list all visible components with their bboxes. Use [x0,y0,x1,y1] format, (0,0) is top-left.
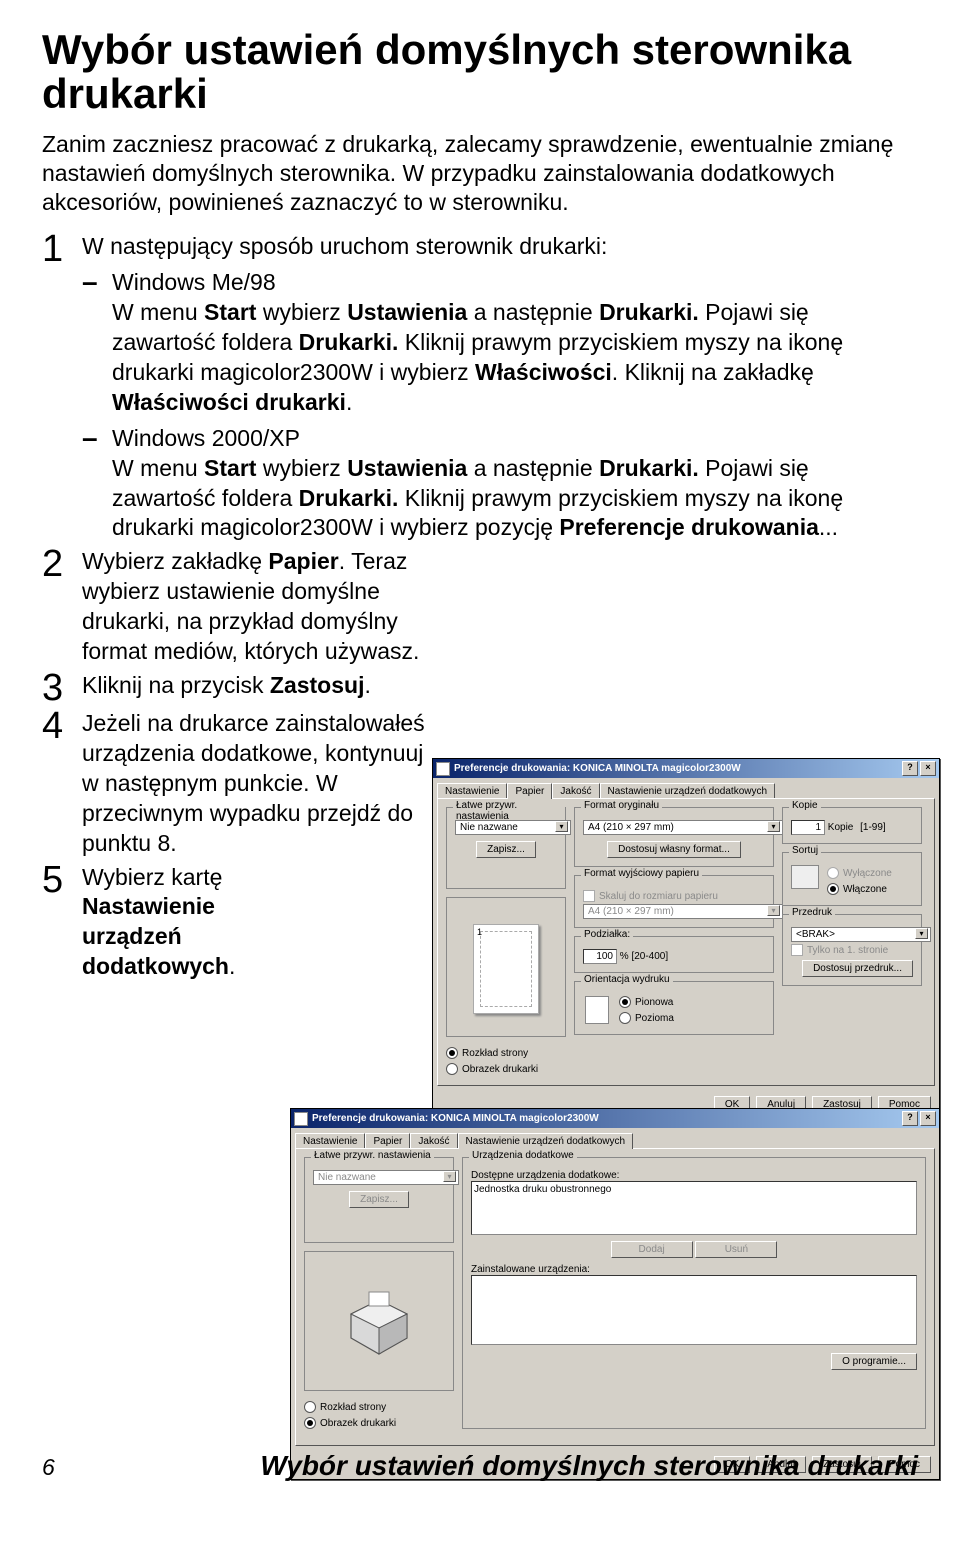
group-orientation: Orientacja wydruku [581,974,673,985]
running-title: Wybór ustawień domyślnych sterownika dru… [260,1450,918,1482]
tab-nastawienie[interactable]: Nastawienie [437,783,507,799]
step-4-number: 4 [42,709,72,743]
help-button[interactable]: ? [902,761,918,776]
copies-input[interactable]: 1 [791,820,825,835]
page-preview-icon: 1 [473,924,539,1014]
group-output-format: Format wyjściowy papieru [581,868,702,879]
step-2-number: 2 [42,547,72,581]
sort-icon [791,865,819,889]
print-prefs-dialog-paper: Preferencje drukowania: KONICA MINOLTA m… [432,758,940,1120]
step-3-number: 3 [42,671,72,705]
print-prefs-dialog-devices: Preferencje drukowania: KONICA MINOLTA m… [290,1108,940,1480]
easy-settings-dropdown[interactable]: Nie nazwane [455,820,571,835]
overlay-customize-button[interactable]: Dostosuj przedruk... [802,960,913,977]
tab-nastawienie[interactable]: Nastawienie [295,1133,365,1149]
radio-sort-on[interactable]: Włączone [827,883,892,895]
group-overlay: Przedruk [789,907,835,918]
scale-input[interactable]: 100 [583,949,617,964]
available-label: Dostępne urządzenia dodatkowe: [471,1170,917,1181]
group-sort: Sortuj [789,845,821,856]
about-button[interactable]: O programie... [831,1353,917,1370]
close-button[interactable]: × [920,761,936,776]
group-devices: Urządzenia dodatkowe [469,1150,577,1161]
intro-paragraph: Zanim zaczniesz pracować z drukarką, zal… [42,130,918,216]
step-2-text: Wybierz zakładkę Papier. Teraz wybierz u… [82,547,442,667]
bullet-dash-icon: – [82,268,100,417]
list-item[interactable]: Jednostka druku obustronnego [474,1184,914,1195]
page-title: Wybór ustawień domyślnych sterownika dru… [42,28,918,116]
available-devices-list[interactable]: Jednostka druku obustronnego [471,1181,917,1235]
step-4-text: Jeżeli na drukarce zainstalowałeś urządz… [82,709,442,858]
easy-settings-dropdown: Nie nazwane [313,1170,459,1185]
bullet-dash-icon: – [82,424,100,544]
installed-label: Zainstalowane urządzenia: [471,1264,917,1275]
step-1-bullet-1: Windows Me/98 W menu Start wybierz Ustaw… [112,268,918,417]
dialog2-title: Preferencje drukowania: KONICA MINOLTA m… [312,1113,599,1124]
window-icon [294,1112,308,1126]
dialog1-title: Preferencje drukowania: KONICA MINOLTA m… [454,763,741,774]
page-icon [585,996,609,1024]
step-5-text: Wybierz kartę Nastawienie urządzeń dodat… [82,863,282,983]
format-dropdown[interactable]: A4 (210 × 297 mm) [583,820,783,835]
radio-printer-thumb[interactable]: Obrazek drukarki [446,1063,566,1075]
step-3-text: Kliknij na przycisk Zastosuj. [82,671,442,701]
copies-range: [1-99] [860,822,886,833]
radio-landscape[interactable]: Pozioma [619,1012,674,1024]
radio-page-layout[interactable]: Rozkład strony [304,1401,454,1413]
page-number: 6 [42,1454,55,1481]
step-5-number: 5 [42,863,72,897]
radio-page-layout[interactable]: Rozkład strony [446,1047,566,1059]
tab-jakosc[interactable]: Jakość [410,1133,457,1149]
overlay-first-page-checkbox: Tylko na 1. stronie [791,944,913,956]
overlay-dropdown[interactable]: <BRAK> [791,927,931,942]
scale-checkbox[interactable]: Skaluj do rozmiaru papieru [583,890,765,902]
custom-format-button[interactable]: Dostosuj własny format... [607,841,741,858]
remove-button: Usuń [695,1241,777,1258]
radio-printer-thumb[interactable]: Obrazek drukarki [304,1417,454,1429]
step-1-number: 1 [42,232,72,266]
group-scale: Podziałka: [581,929,633,940]
save-button[interactable]: Zapisz... [476,841,536,858]
installed-devices-list[interactable] [471,1275,917,1345]
group-format-original: Format oryginału [581,800,662,811]
radio-sort-off: Wyłączone [827,867,892,879]
save-button: Zapisz... [349,1191,409,1208]
close-button[interactable]: × [920,1111,936,1126]
tab-jakosc[interactable]: Jakość [552,783,599,799]
help-button[interactable]: ? [902,1111,918,1126]
step-1-bullet-2: Windows 2000/XP W menu Start wybierz Ust… [112,424,918,544]
output-format-dropdown: A4 (210 × 297 mm) [583,904,783,919]
scale-range: % [20-400] [620,951,668,962]
window-icon [436,762,450,776]
tab-papier[interactable]: Papier [365,1133,410,1149]
radio-portrait[interactable]: Pionowa [619,996,674,1008]
group-easy-settings: Łatwe przywr. nastawienia [311,1150,434,1161]
tab-papier[interactable]: Papier [507,783,552,799]
group-easy-settings: Łatwe przywr. nastawienia [453,800,565,822]
printer-thumb-icon [333,1285,425,1361]
group-copies: Kopie [789,800,821,811]
add-button: Dodaj [611,1241,693,1258]
step-1-lead: W następujący sposób uruchom sterownik d… [82,233,607,259]
tab-urzadzenia[interactable]: Nastawienie urządzeń dodatkowych [458,1133,634,1149]
tab-urzadzenia[interactable]: Nastawienie urządzeń dodatkowych [600,783,776,799]
copies-label: Kopie [828,822,854,833]
